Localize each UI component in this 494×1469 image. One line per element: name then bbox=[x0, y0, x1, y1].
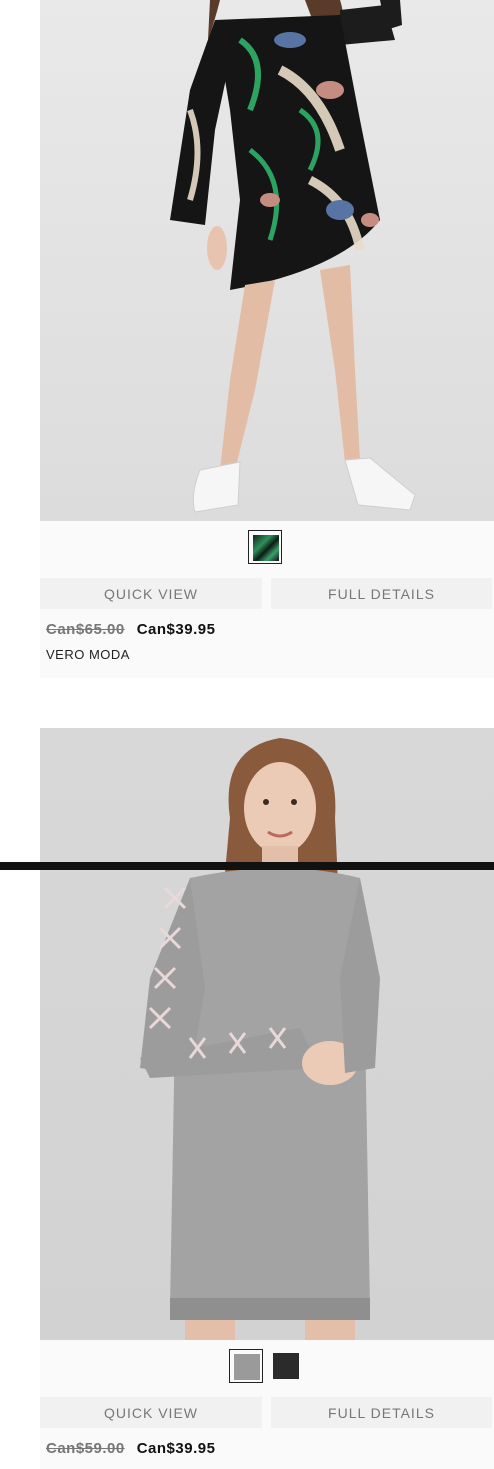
sale-price: Can$39.95 bbox=[136, 1440, 216, 1457]
swatch-chip bbox=[253, 535, 279, 561]
sale-price: Can$39.95 bbox=[136, 621, 216, 638]
product-image[interactable] bbox=[40, 728, 494, 1340]
original-price: Can$59.00 bbox=[46, 1440, 125, 1457]
color-swatch[interactable] bbox=[269, 1349, 303, 1383]
price-block: Can$65.00 Can$39.95 bbox=[46, 621, 215, 638]
product-info: QUICK VIEW FULL DETAILS Can$65.00 Can$39.… bbox=[40, 521, 494, 678]
color-swatches bbox=[40, 530, 494, 566]
swatch-chip bbox=[234, 1354, 260, 1380]
quick-view-button[interactable]: QUICK VIEW bbox=[40, 578, 262, 609]
product-info: QUICK VIEW FULL DETAILS Can$59.00 Can$39.… bbox=[40, 1340, 494, 1469]
quick-view-button[interactable]: QUICK VIEW bbox=[40, 1397, 262, 1428]
original-price: Can$65.00 bbox=[46, 621, 125, 638]
color-swatch-selected[interactable] bbox=[248, 530, 282, 564]
brand-name: VERO MODA bbox=[46, 647, 130, 662]
color-swatches bbox=[40, 1349, 494, 1385]
full-details-button[interactable]: FULL DETAILS bbox=[271, 1397, 492, 1428]
full-details-button[interactable]: FULL DETAILS bbox=[271, 578, 492, 609]
separator-line bbox=[0, 862, 494, 870]
swatch-chip bbox=[273, 1353, 299, 1379]
price-block: Can$59.00 Can$39.95 bbox=[46, 1440, 215, 1457]
product-image[interactable] bbox=[40, 0, 494, 521]
color-swatch-selected[interactable] bbox=[229, 1349, 263, 1383]
